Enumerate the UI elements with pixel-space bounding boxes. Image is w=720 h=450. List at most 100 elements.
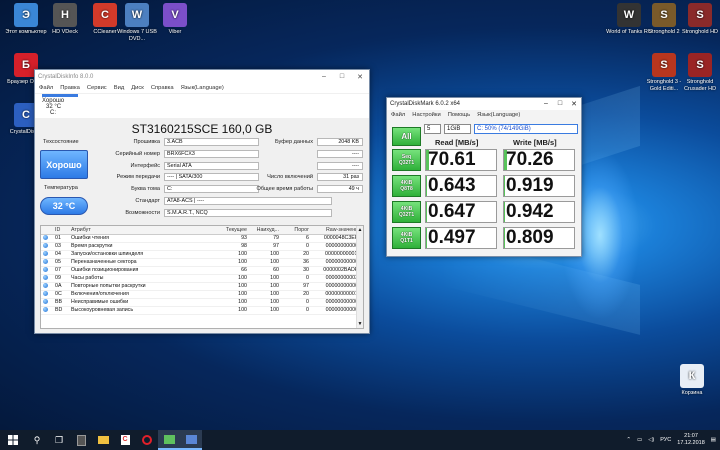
language-indicator[interactable]: РУС xyxy=(660,437,671,443)
calculator-icon[interactable] xyxy=(70,430,92,450)
close-icon[interactable]: ✕ xyxy=(567,100,581,108)
table-cell: 100 xyxy=(249,258,281,267)
clock-time: 21:07 xyxy=(684,433,698,439)
crystaldiskmark-window[interactable]: CrystalDiskMark 6.0.2 x64 – □ ✕ Файл Настро… xyxy=(386,97,582,257)
column-header[interactable]: Атрибут xyxy=(69,226,213,235)
table-row[interactable]: BD Высокоуровневая запись 100 100 0 000000000… xyxy=(41,306,363,315)
status-dot-icon xyxy=(43,251,48,257)
desktop-icon-stronghold-hd[interactable]: S Stronghold HD xyxy=(677,3,720,36)
start-button[interactable] xyxy=(0,430,26,450)
cdi-titlebar[interactable]: CrystalDiskInfo 8.0.0 – □ ✕ xyxy=(35,70,369,83)
table-cell: 30 xyxy=(281,266,311,275)
cdi-menu-item[interactable]: Правка xyxy=(60,85,80,91)
crystaldiskmark-taskbar-icon[interactable] xyxy=(158,430,180,450)
all-button[interactable]: All xyxy=(392,127,421,146)
read-value: 0.643 xyxy=(428,175,476,196)
cdm-menu-item[interactable]: Файл xyxy=(391,112,405,118)
cdm-menu-item[interactable]: Настройки xyxy=(412,112,440,118)
minimize-icon[interactable]: – xyxy=(539,100,553,108)
field-label: Серийный номер xyxy=(115,150,160,157)
status-dot-icon xyxy=(43,243,48,249)
cdi-menu-item[interactable]: Диск xyxy=(131,85,144,91)
desktop-icon-recycle-bin[interactable]: К Корзина xyxy=(669,364,715,397)
table-scrollbar[interactable]: ▲ ▼ xyxy=(356,226,363,328)
scroll-up-icon[interactable]: ▲ xyxy=(357,226,363,234)
desktop-icon-label: Viber xyxy=(168,29,182,35)
table-row[interactable]: 09 Часы работы 100 100 0 000000000031 xyxy=(41,274,363,283)
field-label: Общее время работы xyxy=(256,186,314,193)
ccleaner-taskbar-icon[interactable]: C xyxy=(114,430,136,450)
test-button[interactable]: 4KiB Q8T8 xyxy=(392,175,421,197)
status-cell xyxy=(41,258,53,267)
drive-tab[interactable]: Хорошо 32 °C C: xyxy=(42,94,78,116)
table-cell: 01 xyxy=(53,234,69,243)
cdm-titlebar[interactable]: CrystalDiskMark 6.0.2 x64 – □ ✕ xyxy=(387,98,581,110)
cdi-menu-item[interactable]: Сервис xyxy=(87,85,107,91)
table-cell: Включения/отключения xyxy=(69,290,213,299)
temperature-button[interactable]: 32 °C xyxy=(40,197,88,215)
file-explorer-icon[interactable] xyxy=(92,430,114,450)
status-cell xyxy=(41,266,53,275)
table-row[interactable]: 04 Запуски/остановки шпинделя 100 100 20 0000… xyxy=(41,250,363,259)
test-button[interactable]: 4KiB Q32T1 xyxy=(392,201,421,223)
table-row[interactable]: BB Неисправимые ошибки 100 100 0 000000000000 xyxy=(41,298,363,307)
status-cell xyxy=(41,282,53,291)
table-row[interactable]: 05 Переназначенные сектора 100 100 36 0000000… xyxy=(41,258,363,267)
minimize-icon[interactable]: – xyxy=(315,73,333,81)
field-value: ---- xyxy=(317,149,363,158)
opera-taskbar-icon[interactable] xyxy=(136,430,158,450)
cdi-menu-item[interactable]: Файл xyxy=(39,85,53,91)
network-icon[interactable]: ▭ xyxy=(637,437,642,443)
table-cell: 97 xyxy=(249,242,281,251)
column-header[interactable]: ID xyxy=(53,226,69,235)
table-row[interactable]: 01 Ошибки чтения 93 79 6 0000048C3EF7 xyxy=(41,234,363,243)
field-value: 49 ч xyxy=(317,185,363,194)
crystaldiskinfo-taskbar-icon[interactable] xyxy=(180,430,202,450)
table-cell: Ошибки позиционирования xyxy=(69,266,213,275)
table-cell: 60 xyxy=(249,266,281,275)
clock[interactable]: 21:07 17.12.2018 xyxy=(677,433,705,447)
desktop-icon-stronghold-crusader[interactable]: S Stronghold Crusader HD xyxy=(677,53,720,92)
table-row[interactable]: 03 Время раскрутки 98 97 0 000000000000 xyxy=(41,242,363,251)
crystaldiskinfo-window[interactable]: CrystalDiskInfo 8.0.0 – □ ✕ Файл Правка Серв… xyxy=(34,69,370,334)
notifications-icon[interactable]: ▤ xyxy=(711,437,716,443)
health-status-button[interactable]: Хорошо xyxy=(40,150,88,179)
close-icon[interactable]: ✕ xyxy=(351,73,369,81)
status-cell xyxy=(41,306,53,315)
stronghold-2-icon: S xyxy=(652,3,676,27)
desktop-icon-viber[interactable]: V Viber xyxy=(152,3,198,36)
cdi-menu-item[interactable]: Справка xyxy=(151,85,174,91)
cdi-menubar: Файл Правка Сервис Вид Диск Справка Язык(Langu… xyxy=(35,83,369,93)
table-row[interactable]: 0A Повторные попытки раскрутки 100 100 97 000… xyxy=(41,282,363,291)
maximize-icon[interactable]: □ xyxy=(553,100,567,108)
cdm-menu-item[interactable]: Помощь xyxy=(448,112,470,118)
test-button[interactable]: 4KiB Q1T1 xyxy=(392,227,421,249)
column-header[interactable]: Наихуд... xyxy=(249,226,281,235)
cdm-title: CrystalDiskMark 6.0.2 x64 xyxy=(390,101,461,107)
column-header[interactable]: Текущее xyxy=(213,226,249,235)
table-row[interactable]: 07 Ошибки позиционирования 66 60 30 0000002BA… xyxy=(41,266,363,275)
smart-table-container: ID Атрибут Текущее Наихуд... Порог Raw-значен… xyxy=(40,225,364,329)
cdi-menu-item[interactable]: Вид xyxy=(114,85,125,91)
test-button[interactable]: Seq Q32T1 xyxy=(392,149,421,171)
write-header: Write [MB/s] xyxy=(513,138,557,147)
chevron-up-icon[interactable]: ⌃ xyxy=(626,437,631,443)
drive-select[interactable]: C: 50% (74/149GiB) xyxy=(474,124,578,134)
volume-icon[interactable]: ◁) xyxy=(648,437,654,443)
field-label: Буфер данных xyxy=(274,139,313,145)
column-header[interactable]: Порог xyxy=(281,226,311,235)
read-value: 70.61 xyxy=(428,149,476,170)
table-cell: 0 xyxy=(281,242,311,251)
status-cell xyxy=(41,290,53,299)
scroll-down-icon[interactable]: ▼ xyxy=(357,320,363,328)
field-value: ---- xyxy=(317,161,363,170)
table-cell: 6 xyxy=(281,234,311,243)
search-icon[interactable]: ⚲ xyxy=(26,430,48,450)
size-select[interactable]: 1GiB xyxy=(444,124,471,134)
cdi-menu-item[interactable]: Язык(Language) xyxy=(181,85,224,91)
table-row[interactable]: 0C Включения/отключения 100 100 20 0000000000… xyxy=(41,290,363,299)
cdm-menu-item[interactable]: Язык(Language) xyxy=(477,112,520,118)
task-view-icon[interactable]: ❐ xyxy=(48,430,70,450)
count-select[interactable]: 5 xyxy=(424,124,441,134)
maximize-icon[interactable]: □ xyxy=(333,73,351,81)
